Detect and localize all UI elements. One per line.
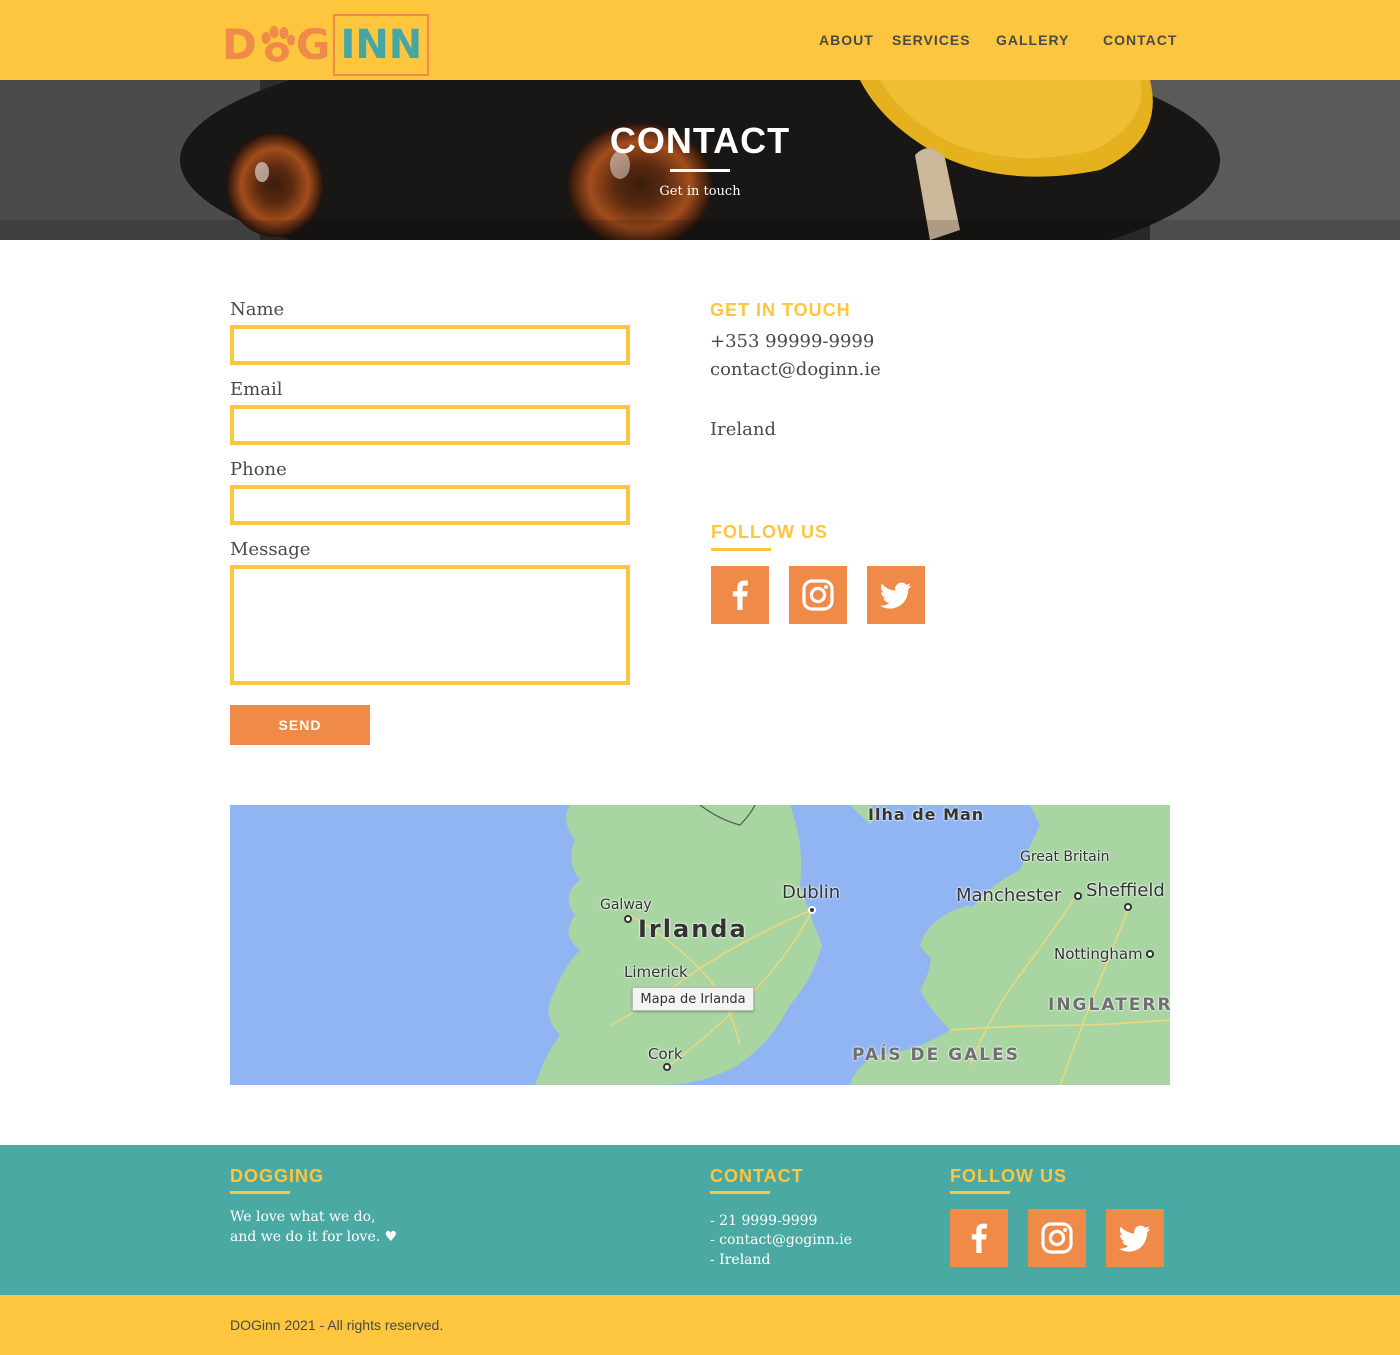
footer-contact-country: - Ireland (710, 1252, 771, 1268)
site-footer: DOGGING We love what we do, and we do it… (0, 1145, 1400, 1295)
name-field[interactable] (230, 325, 630, 365)
facebook-icon (971, 1223, 987, 1253)
map-label-limerick: Limerick (624, 963, 688, 981)
contact-email: contact@doginn.ie (710, 359, 881, 380)
main-nav: ABOUT SERVICES GALLERY CONTACT (0, 32, 1400, 52)
map-label-sheffield: Sheffield (1086, 880, 1165, 901)
copyright-text: DOGinn 2021 - All rights reserved. (230, 1317, 444, 1333)
twitter-icon (879, 582, 911, 609)
map-marker-manchester (1074, 892, 1082, 900)
footer-facebook-link[interactable] (950, 1209, 1008, 1267)
instagram-icon (802, 579, 834, 611)
map-label-galway: Galway (600, 897, 652, 913)
site-header: D G INN ABOUT SERVICES GALLERY CONTACT (0, 0, 1400, 80)
facebook-icon (732, 580, 748, 610)
map-marker-galway (624, 915, 632, 923)
twitter-icon (1118, 1225, 1150, 1252)
footer-follow-underline (950, 1191, 1010, 1194)
twitter-link[interactable] (867, 566, 925, 624)
footer-brand-underline (230, 1191, 290, 1194)
footer-contact-underline (710, 1191, 770, 1194)
get-in-touch-heading: GET IN TOUCH (710, 300, 851, 320)
name-label: Name (230, 299, 285, 320)
nav-about[interactable]: ABOUT (819, 32, 874, 48)
map-embed[interactable]: Ilha de Man Great Britain Galway Dublin … (230, 805, 1170, 1085)
footer-contact-email: - contact@goginn.ie (710, 1232, 852, 1248)
footer-instagram-link[interactable] (1028, 1209, 1086, 1267)
message-field[interactable] (230, 565, 630, 685)
map-label-isle-of-man: Ilha de Man (868, 805, 985, 824)
follow-us-heading: FOLLOW US (711, 522, 828, 542)
nav-contact[interactable]: CONTACT (1103, 32, 1177, 48)
send-button[interactable]: SEND (230, 705, 370, 745)
contact-country: Ireland (710, 419, 776, 440)
map-label-pais-de-gales: PAÍS DE GALES (852, 1045, 1020, 1065)
map-label-nottingham: Nottingham (1054, 945, 1143, 963)
footer-twitter-link[interactable] (1106, 1209, 1164, 1267)
map-terrain (230, 805, 1170, 1085)
footer-brand-heading: DOGGING (230, 1166, 325, 1186)
map-label-cork: Cork (648, 1045, 683, 1063)
email-label: Email (230, 379, 283, 400)
contact-phone: +353 99999-9999 (710, 331, 875, 352)
nav-gallery[interactable]: GALLERY (996, 32, 1069, 48)
page-title: CONTACT (609, 120, 791, 161)
footer-contact-heading: CONTACT (710, 1166, 804, 1186)
map-label-inglaterra: INGLATERR (1048, 995, 1170, 1015)
map-marker-nottingham (1146, 950, 1154, 958)
email-field[interactable] (230, 405, 630, 445)
nav-services[interactable]: SERVICES (892, 32, 971, 48)
follow-us-underline (711, 548, 771, 551)
hero-banner: CONTACT Get in touch (0, 80, 1400, 240)
map-label-dublin: Dublin (782, 882, 841, 903)
map-marker-cork (663, 1063, 671, 1071)
message-label: Message (230, 539, 311, 560)
map-label-manchester: Manchester (956, 885, 1062, 906)
instagram-icon (1041, 1222, 1073, 1254)
map-label-irlanda: Irlanda (638, 915, 748, 943)
facebook-link[interactable] (711, 566, 769, 624)
title-underline (670, 169, 730, 172)
map-marker-sheffield (1124, 903, 1132, 911)
map-marker-dublin (808, 906, 816, 914)
footer-follow-heading: FOLLOW US (950, 1166, 1067, 1186)
footer-contact-phone: - 21 9999-9999 (710, 1213, 818, 1229)
map-label-great-britain: Great Britain (1020, 849, 1110, 865)
copyright-bar: DOGinn 2021 - All rights reserved. (0, 1295, 1400, 1355)
phone-label: Phone (230, 459, 287, 480)
footer-brand-text-2: and we do it for love. ♥ (230, 1229, 398, 1245)
phone-field[interactable] (230, 485, 630, 525)
page-subtitle: Get in touch (659, 184, 741, 199)
footer-brand-text-1: We love what we do, (230, 1209, 376, 1225)
map-tooltip: Mapa de Irlanda (632, 987, 754, 1011)
instagram-link[interactable] (789, 566, 847, 624)
